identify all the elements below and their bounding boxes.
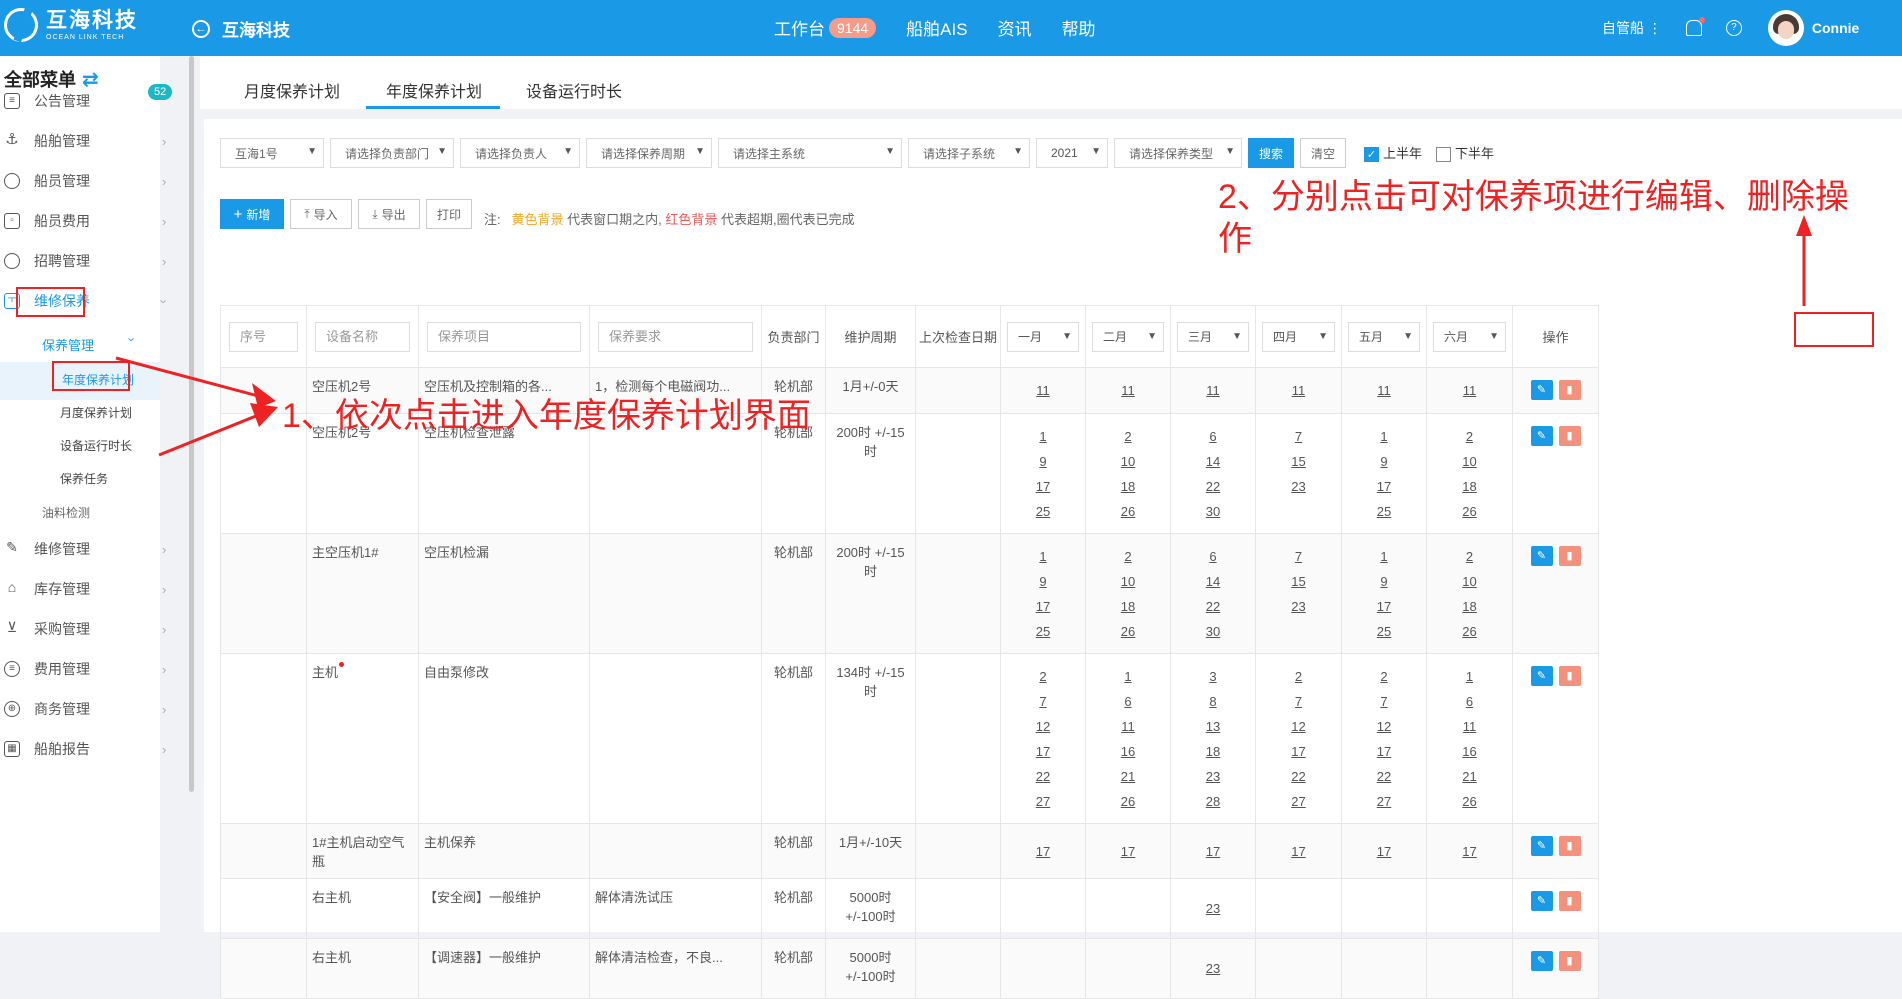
cell-month bbox=[1085, 938, 1171, 999]
cell-item: 【调速器】一般维护 bbox=[418, 938, 590, 999]
arrow-step2 bbox=[1796, 215, 1812, 306]
device-name: 右主机 bbox=[312, 950, 352, 965]
cell-seq bbox=[220, 938, 307, 999]
cell-last-check bbox=[915, 938, 1001, 999]
edit-icon[interactable]: ✎ bbox=[1530, 951, 1553, 971]
cell-req: 解体清洁检查，不良... bbox=[589, 938, 762, 999]
plan-date-link[interactable]: 23 bbox=[1171, 956, 1255, 981]
cell-month bbox=[1255, 938, 1342, 999]
arrow-step1-a bbox=[115, 356, 276, 408]
annotation-arrows bbox=[115, 215, 1812, 457]
delete-icon[interactable]: ▮ bbox=[1558, 951, 1581, 971]
cell-month bbox=[1426, 938, 1513, 999]
cell-dept: 轮机部 bbox=[761, 938, 826, 999]
cell-month bbox=[1341, 938, 1427, 999]
table-row: 右主机 【调速器】一般维护 解体清洁检查，不良... 轮机部 5000时 +/-100时… bbox=[220, 938, 1599, 999]
cell-device: 右主机 bbox=[306, 938, 419, 999]
cell-period: 5000时 +/-100时 bbox=[825, 938, 916, 999]
arrow-step1-b bbox=[158, 403, 278, 457]
cell-month: 23 bbox=[1170, 938, 1256, 999]
cell-ops: ✎ ▮ bbox=[1512, 938, 1599, 999]
cell-month bbox=[1000, 938, 1086, 999]
